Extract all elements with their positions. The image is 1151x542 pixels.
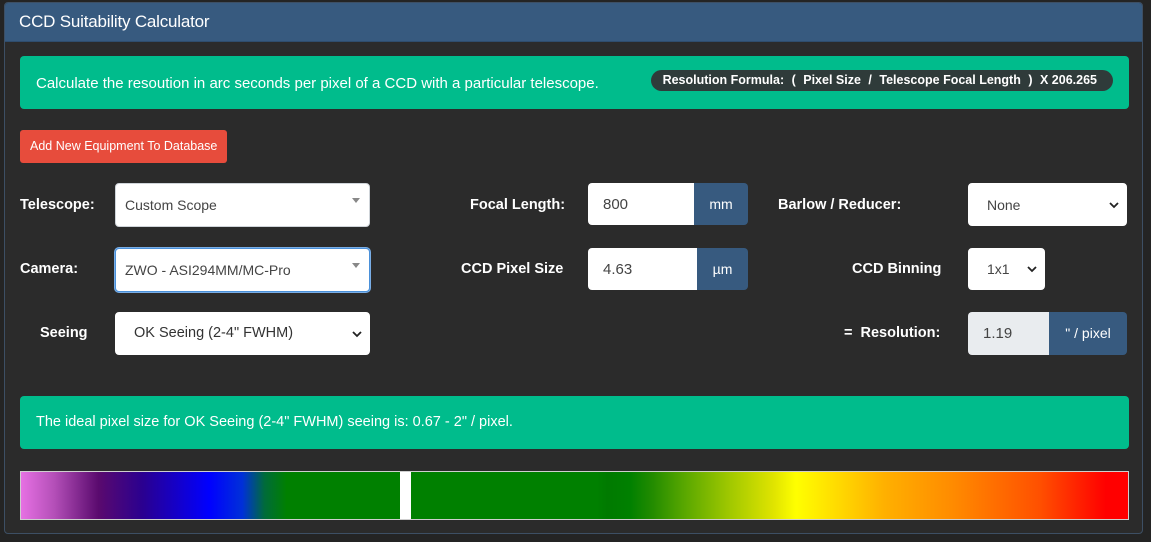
camera-select[interactable]: ZWO - ASI294MM/MC-Pro [115, 248, 370, 292]
add-equipment-button[interactable]: Add New Equipment To Database [20, 130, 228, 163]
formula-pixel-size: Pixel Size [803, 73, 861, 87]
barlow-value: None [987, 197, 1021, 213]
barlow-select[interactable]: None [968, 183, 1127, 226]
resolution-value: 1.19 [983, 325, 1013, 342]
binning-value: 1x1 [987, 261, 1010, 277]
info-description: Calculate the resoution in arc seconds p… [36, 75, 599, 92]
caret-down-icon [352, 263, 360, 268]
formula-close-paren: ) [1028, 73, 1033, 87]
telescope-select[interactable]: Custom Scope [115, 183, 370, 227]
binning-select[interactable]: 1x1 [968, 248, 1045, 290]
formula-divide: / [868, 73, 872, 87]
binning-label: CCD Binning [852, 261, 942, 277]
pixel-size-value: 4.63 [603, 261, 633, 278]
focal-length-value: 800 [603, 196, 629, 213]
pixel-size-label: CCD Pixel Size [461, 261, 564, 277]
barlow-label: Barlow / Reducer: [778, 197, 902, 213]
formula-focal-length: Telescope Focal Length [879, 73, 1021, 87]
seeing-label: Seeing [40, 325, 88, 341]
seeing-select[interactable]: OK Seeing (2-4" FWHM) [115, 312, 370, 355]
ideal-pixel-message: The ideal pixel size for OK Seeing (2-4"… [36, 414, 513, 430]
pixel-size-input[interactable]: 4.63 [588, 248, 697, 290]
caret-down-icon [352, 198, 360, 203]
suitability-spectrum-bar [20, 471, 1129, 520]
telescope-value: Custom Scope [125, 197, 217, 213]
focal-length-unit: mm [694, 183, 748, 225]
seeing-value: OK Seeing (2-4" FWHM) [134, 325, 294, 341]
pixel-size-unit: µm [697, 248, 748, 290]
focal-length-input[interactable]: 800 [588, 183, 694, 225]
calculator-panel: CCD Suitability Calculator Calculate the… [4, 2, 1143, 534]
formula-open-paren: ( [791, 73, 796, 87]
panel-header: CCD Suitability Calculator [5, 3, 1142, 42]
ideal-pixel-banner: The ideal pixel size for OK Seeing (2-4"… [20, 396, 1129, 449]
formula-badge: Resolution Formula: ( Pixel Size / Teles… [650, 70, 1113, 91]
chevron-down-icon [1027, 266, 1037, 273]
resolution-unit: " / pixel [1049, 312, 1127, 355]
resolution-label: = Resolution: [844, 325, 941, 341]
chevron-down-icon [1109, 202, 1119, 209]
resolution-output: 1.19 [968, 312, 1049, 355]
focal-length-label: Focal Length: [470, 197, 566, 213]
camera-label: Camera: [20, 261, 79, 277]
info-banner: Calculate the resoution in arc seconds p… [20, 56, 1129, 109]
formula-label: Resolution Formula: [662, 73, 785, 87]
formula-constant: X 206.265 [1040, 73, 1097, 87]
chevron-down-icon [352, 331, 362, 338]
spectrum-marker [400, 472, 412, 519]
telescope-label: Telescope: [20, 197, 95, 213]
page-title: CCD Suitability Calculator [19, 12, 210, 31]
camera-value: ZWO - ASI294MM/MC-Pro [125, 262, 291, 278]
